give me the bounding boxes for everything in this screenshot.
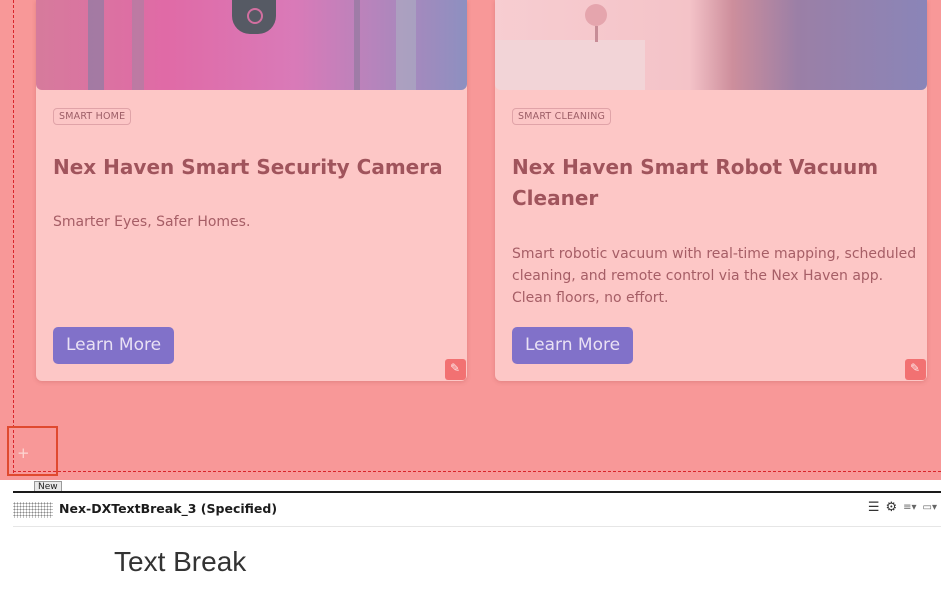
card-description: Smarter Eyes, Safer Homes. <box>53 214 251 230</box>
list-dropdown-icon[interactable]: ≡▾ <box>903 502 916 515</box>
section-outline-left <box>13 0 14 473</box>
component-name: Nex-DXTextBreak_3 (Specified) <box>59 501 278 516</box>
floor <box>495 40 645 90</box>
card-description-line3: Clean floors, no effort. <box>512 290 669 306</box>
product-card-robot-vacuum: SMART CLEANING Nex Haven Smart Robot Vac… <box>495 0 927 381</box>
card-description-line1: Smart robotic vacuum with real-time mapp… <box>512 246 917 262</box>
product-image-camera <box>36 0 467 90</box>
category-tag: SMART CLEANING <box>512 108 612 125</box>
component-panel-header: Nex-DXTextBreak_3 (Specified) ☰ ⚙ ≡▾ ▭▾ <box>13 493 941 527</box>
camera-device <box>232 0 276 34</box>
learn-more-button[interactable]: Learn More <box>53 327 175 364</box>
plant-icon <box>585 4 607 26</box>
gear-icon[interactable]: ⚙ <box>885 500 897 515</box>
product-card-security-camera: SMART HOME Nex Haven Smart Security Came… <box>36 0 467 381</box>
product-image-vacuum <box>495 0 927 90</box>
section-outline-bottom <box>13 471 941 472</box>
edit-button[interactable]: ✎ <box>445 359 466 380</box>
card-title-line2: Cleaner <box>512 186 599 210</box>
plant-stem <box>595 26 598 42</box>
layout-dropdown-icon[interactable]: ▭▾ <box>923 502 937 515</box>
panel-toolbar: ☰ ⚙ ≡▾ ▭▾ <box>868 500 937 515</box>
card-title-line1: Nex Haven Smart Robot Vacuum <box>512 155 879 179</box>
card-description-line2: cleaning, and remote control via the Nex… <box>512 268 884 284</box>
edit-button[interactable]: ✎ <box>905 359 926 380</box>
card-title: Nex Haven Smart Security Camera <box>53 155 443 179</box>
text-break-heading: Text Break <box>114 546 247 577</box>
drag-handle-icon[interactable] <box>13 502 53 518</box>
camera-lens-icon <box>247 8 263 24</box>
add-section-highlight[interactable] <box>7 426 58 476</box>
menu-icon[interactable]: ☰ <box>868 500 880 515</box>
pencil-icon: ✎ <box>910 361 921 375</box>
learn-more-button[interactable]: Learn More <box>512 327 634 364</box>
pencil-icon: ✎ <box>450 361 461 375</box>
add-icon[interactable]: + <box>17 444 30 462</box>
category-tag: SMART HOME <box>53 108 132 125</box>
